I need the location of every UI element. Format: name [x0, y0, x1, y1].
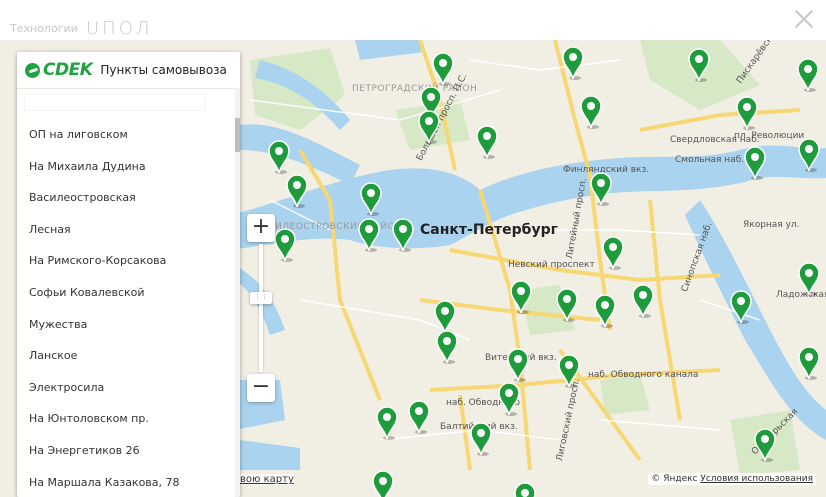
- pickup-point-marker[interactable]: [432, 52, 454, 86]
- pickup-point-item[interactable]: На Михаила Дудина: [17, 151, 235, 183]
- pickup-point-marker[interactable]: [392, 218, 414, 252]
- pickup-point-item[interactable]: ОП на лиговском: [17, 119, 235, 151]
- close-icon[interactable]: [792, 7, 816, 31]
- zoom-out-button[interactable]: −: [247, 374, 275, 402]
- pickup-point-marker[interactable]: [376, 406, 398, 440]
- pickup-point-marker[interactable]: [274, 228, 296, 262]
- pickup-point-marker[interactable]: [360, 182, 382, 216]
- pickup-point-item[interactable]: Лесная: [17, 214, 235, 246]
- pickup-point-marker[interactable]: [594, 294, 616, 328]
- pickup-point-marker[interactable]: [507, 348, 529, 382]
- pickup-point-marker[interactable]: [797, 58, 819, 92]
- pickup-point-marker[interactable]: [436, 330, 458, 364]
- pickup-points-panel: CDEK Пункты самовывоза ОП на лиговском На…: [17, 52, 240, 497]
- street-label: Невский проспект: [508, 260, 595, 270]
- pickup-point-marker[interactable]: [514, 482, 536, 497]
- pickup-point-marker[interactable]: [498, 382, 520, 416]
- pickup-point-item[interactable]: На Маршала Казакова, 78: [17, 467, 235, 497]
- cdek-logo-text: CDEK: [43, 60, 93, 80]
- zoom-slider-handle[interactable]: ⋮⋮: [250, 292, 272, 304]
- pickup-point-marker[interactable]: [798, 138, 820, 172]
- pickup-point-marker[interactable]: [556, 288, 578, 322]
- pickup-points-list: ОП на лиговском На Михаила Дудина Василеос…: [17, 119, 235, 497]
- pickup-point-marker[interactable]: [736, 96, 758, 130]
- brand-logo: UПОЛ: [86, 18, 153, 39]
- street-label: Смольная наб.: [675, 155, 745, 165]
- cdek-logo: CDEK: [25, 60, 93, 80]
- pickup-point-item[interactable]: Софьи Ковалевской: [17, 277, 235, 309]
- zoom-slider-track[interactable]: [259, 244, 263, 372]
- technologies-label: Технологии: [10, 22, 78, 35]
- pickup-point-marker[interactable]: [434, 300, 456, 334]
- pickup-point-marker[interactable]: [688, 48, 710, 82]
- copyright: © Яндекс Условия использования: [648, 473, 816, 485]
- open-map-link[interactable]: вою карту: [240, 474, 294, 485]
- street-label: наб. Обводного канала: [588, 370, 699, 380]
- panel-header: CDEK Пункты самовывоза: [17, 52, 240, 89]
- zoom-in-button[interactable]: +: [247, 214, 275, 242]
- pickup-point-marker[interactable]: [798, 262, 820, 296]
- pickup-point-marker[interactable]: [580, 95, 602, 129]
- search-input[interactable]: [25, 94, 205, 110]
- terms-link[interactable]: Условия использования: [700, 474, 813, 484]
- pickup-point-marker[interactable]: [730, 290, 752, 324]
- pickup-point-marker[interactable]: [754, 428, 776, 462]
- zoom-control: + ⋮⋮ −: [247, 214, 275, 404]
- street-label: Якорная ул.: [743, 220, 800, 230]
- city-label: Санкт-Петербург: [420, 222, 558, 238]
- pickup-point-marker[interactable]: [798, 346, 820, 380]
- pickup-point-marker[interactable]: [372, 470, 394, 497]
- pickup-point-marker[interactable]: [418, 110, 440, 144]
- cdek-logo-icon: [25, 62, 40, 78]
- pickup-point-item[interactable]: Электросила: [17, 372, 235, 404]
- pickup-point-item[interactable]: Мужества: [17, 309, 235, 341]
- copyright-label: © Яндекс: [651, 474, 698, 484]
- pickup-point-marker[interactable]: [510, 280, 532, 314]
- pickup-point-marker[interactable]: [286, 174, 308, 208]
- pickup-point-marker[interactable]: [470, 422, 492, 456]
- top-bar: Технологии UПОЛ: [0, 0, 826, 40]
- pickup-point-marker[interactable]: [268, 140, 290, 174]
- pickup-point-marker[interactable]: [476, 125, 498, 159]
- pickup-point-item[interactable]: Василеостровская: [17, 182, 235, 214]
- pickup-point-item[interactable]: Ланское: [17, 340, 235, 372]
- pickup-point-marker[interactable]: [744, 146, 766, 180]
- pickup-point-marker[interactable]: [632, 284, 654, 318]
- pickup-point-marker[interactable]: [562, 46, 584, 80]
- panel-title: Пункты самовывоза: [100, 63, 227, 77]
- pickup-point-marker[interactable]: [602, 236, 624, 270]
- pickup-point-item[interactable]: На Энергетиков 26: [17, 435, 235, 467]
- pickup-point-marker[interactable]: [558, 354, 580, 388]
- pickup-point-item[interactable]: На Юнтоловском пр.: [17, 403, 235, 435]
- pickup-point-item[interactable]: На Римского-Корсакова: [17, 245, 235, 277]
- street-label: пл. Революции: [734, 131, 805, 141]
- scrollbar-thumb[interactable]: [235, 118, 240, 152]
- pickup-point-marker[interactable]: [358, 218, 380, 252]
- pickup-point-marker[interactable]: [408, 400, 430, 434]
- pickup-point-marker[interactable]: [590, 172, 612, 206]
